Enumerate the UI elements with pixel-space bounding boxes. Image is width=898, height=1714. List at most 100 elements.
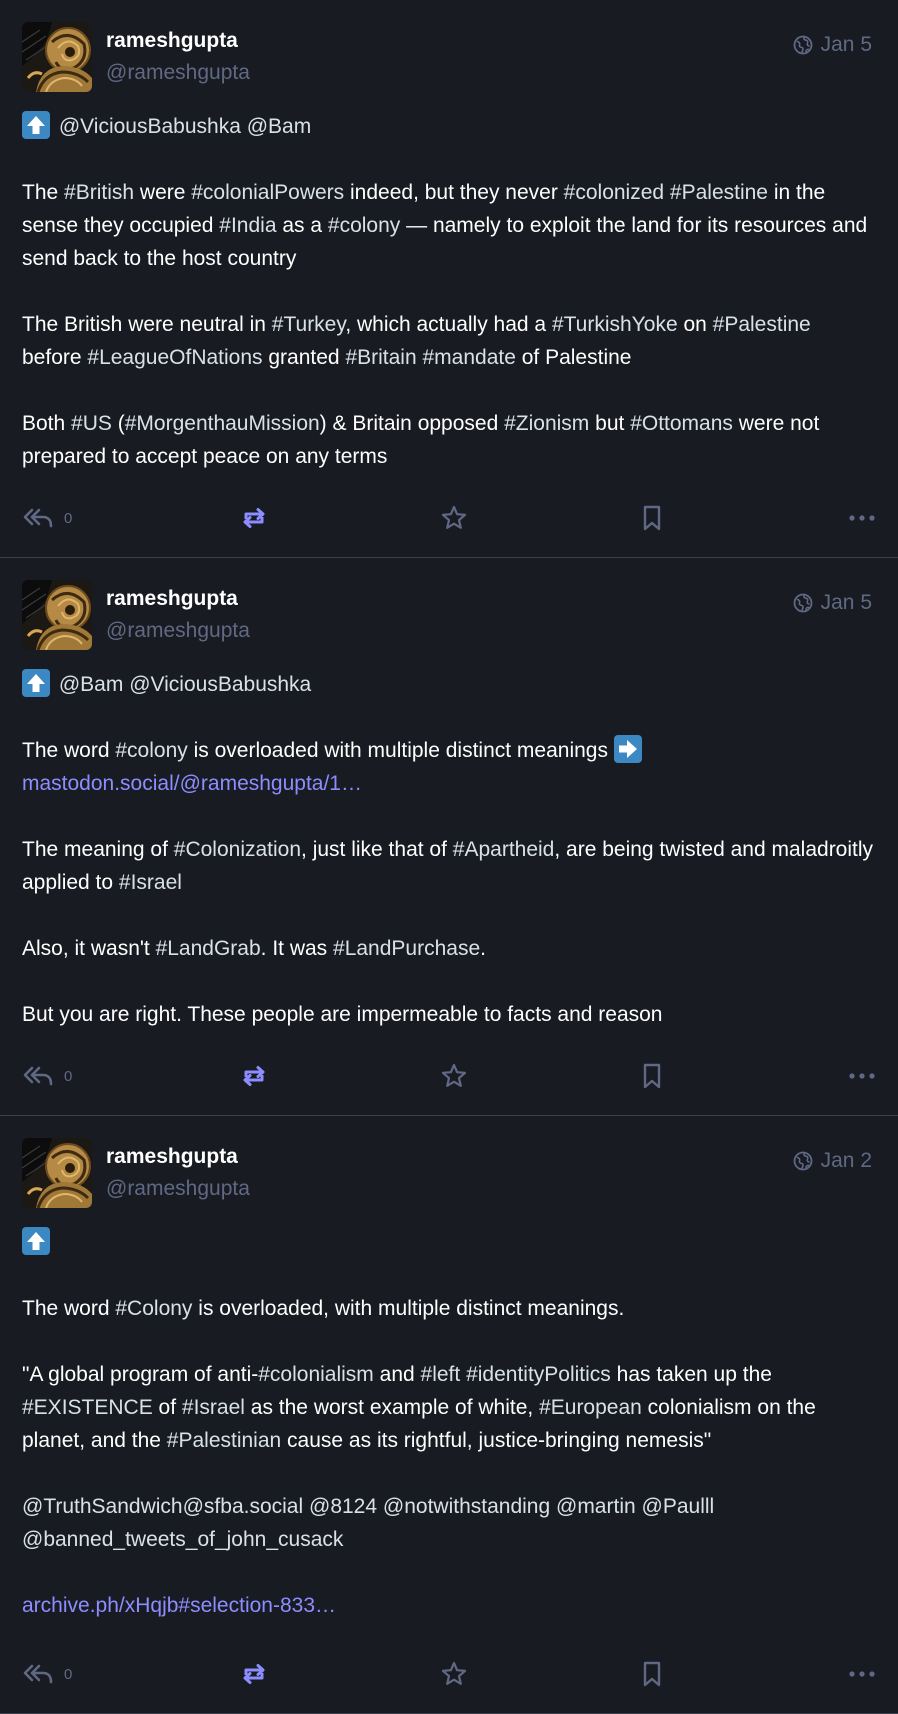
- author-block[interactable]: rameshgupta @rameshgupta: [106, 28, 250, 86]
- hashtag-link[interactable]: #European: [539, 1396, 642, 1419]
- mention-link[interactable]: @ViciousBabushka: [129, 673, 311, 696]
- hashtag-link[interactable]: #Zionism: [504, 412, 589, 435]
- status-card[interactable]: rameshgupta @rameshgupta Jan 5 @Bam @Vic…: [0, 558, 898, 1116]
- status-text: . It was: [260, 937, 334, 960]
- mention-link[interactable]: @martin: [556, 1495, 636, 1518]
- favourite-button[interactable]: [440, 1657, 468, 1691]
- reply-button[interactable]: 0: [22, 1657, 72, 1691]
- hashtag-link[interactable]: #LandPurchase: [333, 937, 480, 960]
- hashtag-link[interactable]: #Israel: [119, 871, 182, 894]
- boost-button[interactable]: [240, 1657, 268, 1691]
- mention-link[interactable]: @Paulll: [642, 1495, 715, 1518]
- author-block[interactable]: rameshgupta @rameshgupta: [106, 1144, 250, 1202]
- status-meta[interactable]: Jan 5: [793, 32, 872, 58]
- hashtag-link[interactable]: #Apartheid: [453, 838, 555, 861]
- hashtag-link[interactable]: #left: [421, 1363, 461, 1386]
- reply-count: 0: [64, 1067, 73, 1085]
- status-meta[interactable]: Jan 2: [793, 1148, 872, 1174]
- avatar[interactable]: [22, 1138, 92, 1208]
- status-paragraph: [22, 1226, 876, 1259]
- status-paragraph: "A global program of anti-#colonialism a…: [22, 1358, 876, 1457]
- hashtag-link[interactable]: #Ottomans: [630, 412, 733, 435]
- favourite-button[interactable]: [440, 1059, 468, 1093]
- mention-link[interactable]: @banned_tweets_of_john_cusack: [22, 1528, 343, 1551]
- status-card[interactable]: rameshgupta @rameshgupta Jan 2 The word …: [0, 1116, 898, 1714]
- external-link[interactable]: archive.ph/xHqjb#selection-833…: [22, 1594, 336, 1617]
- status-date[interactable]: Jan 5: [821, 32, 872, 58]
- bookmark-button[interactable]: [640, 1657, 664, 1691]
- action-bar: 0: [22, 1059, 876, 1093]
- bookmark-button[interactable]: [640, 1059, 664, 1093]
- star-icon: [440, 504, 468, 532]
- display-name[interactable]: rameshgupta: [106, 586, 250, 612]
- boost-icon: [240, 506, 268, 530]
- avatar[interactable]: [22, 22, 92, 92]
- hashtag-link[interactable]: #identityPolitics: [466, 1363, 611, 1386]
- hashtag-link[interactable]: #Colonization: [174, 838, 301, 861]
- status-meta[interactable]: Jan 5: [793, 590, 872, 616]
- account-handle: @rameshgupta: [106, 61, 250, 84]
- hashtag-link[interactable]: #Palestine: [670, 181, 768, 204]
- more-button[interactable]: [848, 1657, 876, 1691]
- hashtag-link[interactable]: #Turkey: [272, 313, 346, 336]
- display-name[interactable]: rameshgupta: [106, 1144, 250, 1170]
- hashtag-link[interactable]: #US: [71, 412, 112, 435]
- external-link[interactable]: mastodon.social/@rameshgupta/1…: [22, 772, 362, 795]
- status-paragraph: The #British were #colonialPowers indeed…: [22, 176, 876, 275]
- mention-link[interactable]: @notwithstanding: [383, 1495, 550, 1518]
- bookmark-icon: [640, 1660, 664, 1688]
- status-text: of Palestine: [515, 346, 632, 369]
- boost-button[interactable]: [240, 501, 268, 535]
- up-arrow-emoji: [22, 111, 50, 139]
- hashtag-link[interactable]: #British: [64, 181, 134, 204]
- mention-link[interactable]: @Bam: [247, 115, 312, 138]
- status-card[interactable]: rameshgupta @rameshgupta Jan 5 @ViciousB…: [0, 0, 898, 558]
- hashtag-link[interactable]: #India: [219, 214, 276, 237]
- status-text: of: [152, 1396, 182, 1419]
- status-text: Also, it wasn't: [22, 937, 156, 960]
- status-date[interactable]: Jan 2: [821, 1148, 872, 1174]
- hashtag-link[interactable]: #Palestinian: [167, 1429, 281, 1452]
- status-content: The word #Colony is overloaded, with mul…: [22, 1226, 876, 1622]
- globe-icon: [793, 1151, 813, 1171]
- hashtag-link[interactable]: #Palestine: [713, 313, 811, 336]
- hashtag-link[interactable]: #Israel: [182, 1396, 245, 1419]
- hashtag-link[interactable]: #Colony: [115, 1297, 192, 1320]
- hashtag-link[interactable]: #mandate: [422, 346, 515, 369]
- boost-icon: [240, 1662, 268, 1686]
- display-name[interactable]: rameshgupta: [106, 28, 250, 54]
- hashtag-link[interactable]: #colonialPowers: [191, 181, 344, 204]
- mention-link[interactable]: @ViciousBabushka: [59, 115, 241, 138]
- bookmark-button[interactable]: [640, 501, 664, 535]
- hashtag-link[interactable]: #colonialism: [258, 1363, 374, 1386]
- hashtag-link[interactable]: #LeagueOfNations: [87, 346, 262, 369]
- hashtag-link[interactable]: #colonized: [564, 181, 664, 204]
- mention-link[interactable]: @8124: [309, 1495, 377, 1518]
- hashtag-link[interactable]: #LandGrab: [156, 937, 261, 960]
- action-bar: 0: [22, 501, 876, 535]
- hashtag-link[interactable]: #EXISTENCE: [22, 1396, 153, 1419]
- status-text: .: [480, 937, 486, 960]
- status-paragraph: @Bam @ViciousBabushka: [22, 668, 876, 701]
- boost-button[interactable]: [240, 1059, 268, 1093]
- author-block[interactable]: rameshgupta @rameshgupta: [106, 586, 250, 644]
- reply-button[interactable]: 0: [22, 501, 72, 535]
- hashtag-link[interactable]: #Britain: [345, 346, 416, 369]
- avatar[interactable]: [22, 580, 92, 650]
- favourite-button[interactable]: [440, 501, 468, 535]
- more-button[interactable]: [848, 501, 876, 535]
- more-icon: [848, 1072, 876, 1080]
- hashtag-link[interactable]: #colony: [115, 739, 187, 762]
- hashtag-link[interactable]: #MorgenthauMission: [125, 412, 320, 435]
- account-handle: @rameshgupta: [106, 619, 250, 642]
- more-button[interactable]: [848, 1059, 876, 1093]
- hashtag-link[interactable]: #colony: [328, 214, 400, 237]
- status-date[interactable]: Jan 5: [821, 590, 872, 616]
- status-paragraph: archive.ph/xHqjb#selection-833…: [22, 1589, 876, 1622]
- mention-link[interactable]: @Bam: [59, 673, 124, 696]
- mention-link[interactable]: @TruthSandwich@sfba.social: [22, 1495, 303, 1518]
- reply-button[interactable]: 0: [22, 1059, 72, 1093]
- more-icon: [848, 514, 876, 522]
- reply-all-icon: [22, 1662, 54, 1686]
- hashtag-link[interactable]: #TurkishYoke: [552, 313, 678, 336]
